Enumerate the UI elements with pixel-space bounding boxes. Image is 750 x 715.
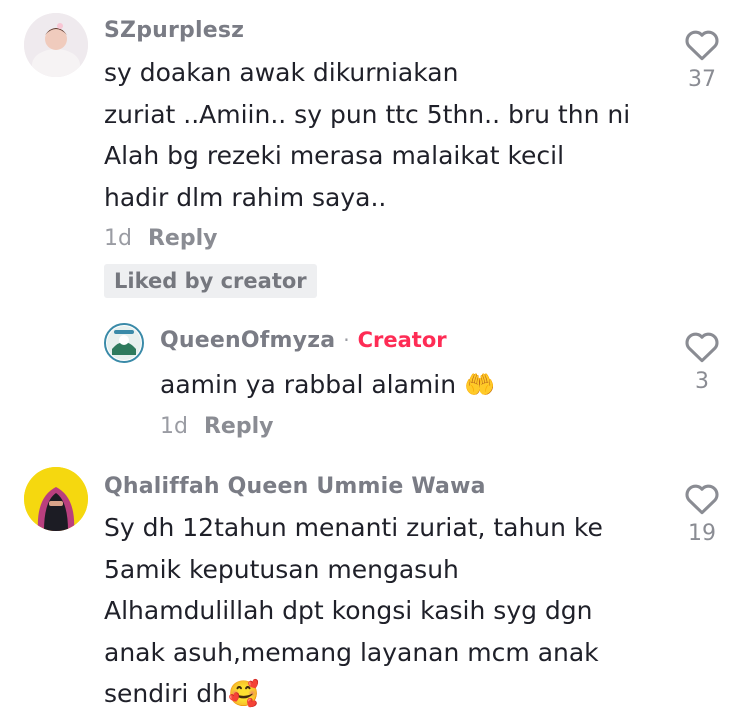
- comment-text: Sy dh 12tahun menanti zuriat, tahun ke 5…: [104, 507, 603, 715]
- avatar[interactable]: [24, 13, 88, 77]
- comment-username[interactable]: Qhaliffah Queen Ummie Wawa: [104, 474, 486, 499]
- reply-text-content: aamin ya rabbal alamin: [160, 370, 457, 399]
- heart-outline-icon: [685, 30, 719, 61]
- comment-line: 5amik keputusan mengasuh: [104, 554, 459, 584]
- creator-badge: Creator: [357, 328, 447, 352]
- like-button[interactable]: 3: [672, 329, 732, 394]
- reply-time: 1d: [160, 414, 188, 439]
- reply-button[interactable]: Reply: [204, 414, 274, 439]
- comment-time: 1d: [104, 226, 132, 251]
- heart-outline-icon: [685, 332, 719, 363]
- avatar[interactable]: [24, 467, 88, 531]
- reply-text: aamin ya rabbal alamin 🤲: [160, 364, 495, 406]
- reply-username[interactable]: QueenOfmyza: [160, 328, 335, 353]
- comment-line: anak asuh,memang layanan mcm anak: [104, 637, 599, 667]
- avatar-circle-logo-icon: [107, 326, 141, 360]
- comment-line: Sy dh 12tahun menanti zuriat, tahun ke: [104, 513, 603, 542]
- like-count: 37: [688, 67, 716, 92]
- comment-line: sy doakan awak dikurniakan: [104, 58, 459, 87]
- comment-line-text: sendiri dh: [104, 679, 228, 708]
- open-hands-emoji: 🤲: [464, 370, 496, 399]
- comment-username[interactable]: SZpurplesz: [104, 18, 244, 43]
- avatar-baby-icon: [24, 13, 88, 77]
- comment-line: zuriat ..Amiin.. sy pun ttc 5thn.. bru t…: [104, 99, 631, 129]
- like-count: 3: [695, 369, 709, 394]
- comment-line: hadir dlm rahim saya..: [104, 182, 387, 212]
- heart-outline-icon: [685, 484, 719, 515]
- comment-line: Alah bg rezeki merasa malaikat kecil: [104, 141, 565, 170]
- smiling-hearts-emoji: 🥰: [227, 679, 260, 708]
- liked-by-creator-badge: Liked by creator: [104, 264, 317, 298]
- comment-text: sy doakan awak dikurniakan zuriat ..Amii…: [104, 52, 630, 218]
- reply-meta: 1d Reply: [160, 414, 273, 439]
- like-button[interactable]: 19: [672, 481, 732, 546]
- like-count: 19: [688, 521, 716, 546]
- comment-line: sendiri dh🥰: [104, 673, 603, 715]
- comment-line: Alhamdulillah dpt kongsi kasih syg dgn: [104, 596, 593, 625]
- reply-header: QueenOfmyza · Creator: [160, 328, 447, 353]
- avatar[interactable]: [104, 323, 144, 363]
- separator-dot: ·: [343, 328, 350, 352]
- like-button[interactable]: 37: [672, 27, 732, 92]
- avatar-hijab-icon: [24, 467, 88, 531]
- comment-meta: 1d Reply: [104, 226, 217, 251]
- reply-button[interactable]: Reply: [148, 226, 218, 251]
